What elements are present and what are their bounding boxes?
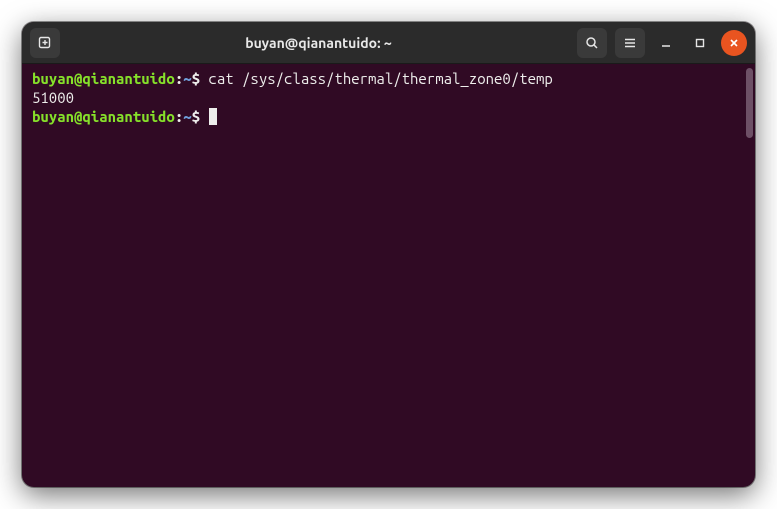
search-icon bbox=[584, 35, 600, 51]
menu-button[interactable] bbox=[615, 28, 645, 58]
output-text: 51000 bbox=[32, 89, 74, 106]
terminal-line: buyan@qianantuido:~$ cat /sys/class/ther… bbox=[32, 70, 745, 89]
search-button[interactable] bbox=[577, 28, 607, 58]
titlebar-right bbox=[577, 28, 747, 58]
new-tab-icon bbox=[37, 35, 53, 51]
command-text bbox=[200, 108, 208, 125]
terminal-body[interactable]: buyan@qianantuido:~$ cat /sys/class/ther… bbox=[22, 64, 755, 487]
command-text: cat /sys/class/thermal/thermal_zone0/tem… bbox=[200, 70, 553, 87]
minimize-button[interactable] bbox=[653, 30, 679, 56]
close-button[interactable] bbox=[721, 30, 747, 56]
terminal-line: buyan@qianantuido:~$ bbox=[32, 108, 745, 127]
prompt-separator: : bbox=[175, 108, 183, 125]
prompt-separator: : bbox=[175, 70, 183, 87]
prompt-user-host: buyan@qianantuido bbox=[32, 108, 175, 125]
prompt-path: ~ bbox=[183, 70, 191, 87]
scrollbar-thumb[interactable] bbox=[746, 68, 753, 138]
titlebar-left bbox=[30, 28, 60, 58]
minimize-icon bbox=[660, 37, 672, 49]
hamburger-icon bbox=[622, 35, 638, 51]
terminal-window: buyan@qianantuido: ~ bbox=[22, 22, 755, 487]
titlebar: buyan@qianantuido: ~ bbox=[22, 22, 755, 64]
close-icon bbox=[728, 37, 740, 49]
window-title: buyan@qianantuido: ~ bbox=[68, 35, 569, 51]
terminal-line: 51000 bbox=[32, 89, 745, 108]
new-tab-button[interactable] bbox=[30, 28, 60, 58]
text-cursor bbox=[209, 108, 217, 125]
prompt-user-host: buyan@qianantuido bbox=[32, 70, 175, 87]
prompt-path: ~ bbox=[183, 108, 191, 125]
prompt-dollar: $ bbox=[192, 70, 200, 87]
prompt-dollar: $ bbox=[192, 108, 200, 125]
maximize-icon bbox=[694, 37, 706, 49]
maximize-button[interactable] bbox=[687, 30, 713, 56]
